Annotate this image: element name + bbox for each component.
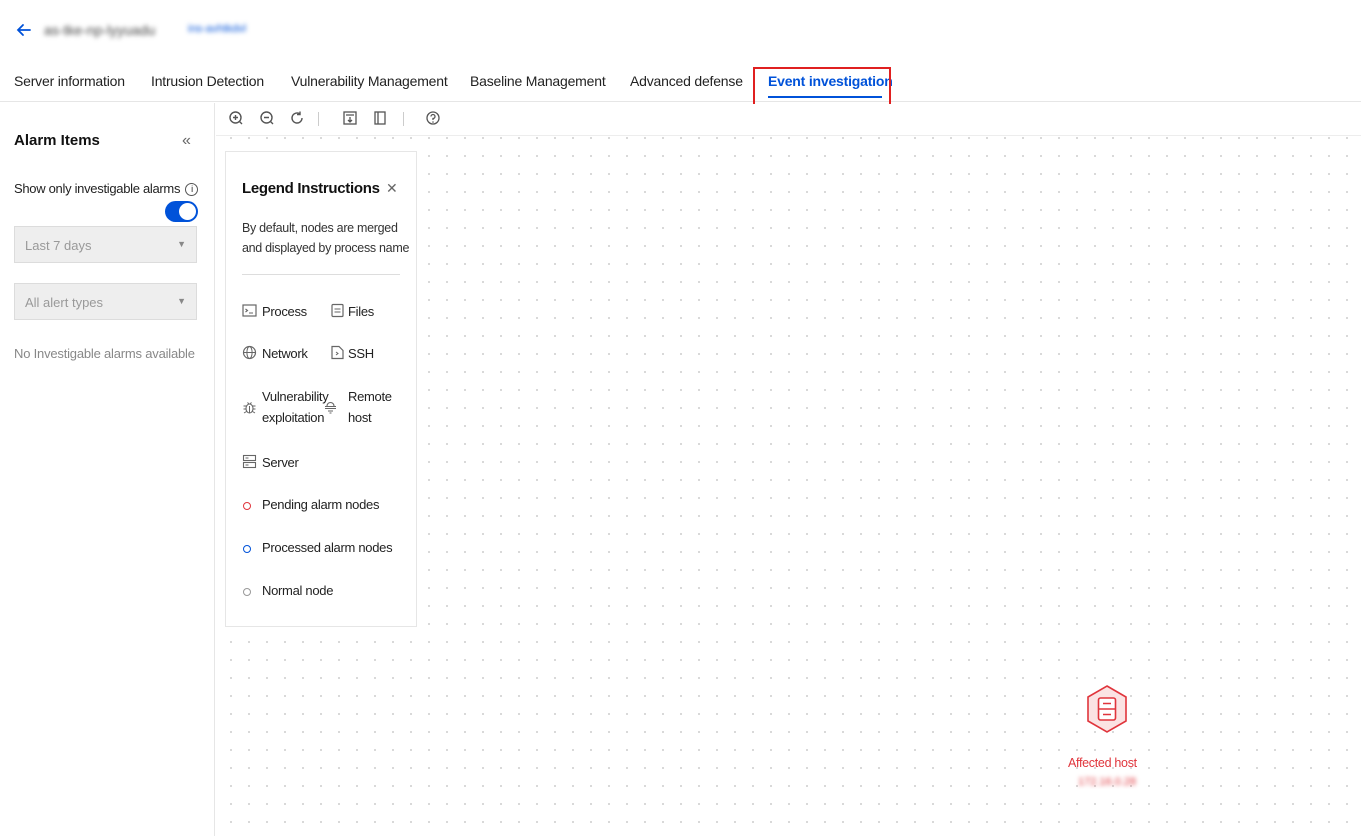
toggle-label-text: Show only investigable alarms xyxy=(14,181,181,196)
empty-state-text: No Investigable alarms available xyxy=(14,346,195,361)
legend-remote-line2: host xyxy=(348,410,372,425)
legend-network: Network xyxy=(262,346,308,361)
ssh-icon xyxy=(331,345,344,360)
toggle-label: Show only investigable alarms i xyxy=(14,181,199,197)
legend-divider xyxy=(242,274,400,275)
processed-dot-icon xyxy=(243,545,251,553)
legend-ssh: SSH xyxy=(348,346,374,361)
node-ip: 172.16.0.28 xyxy=(1078,776,1137,788)
caret-down-icon: ▼ xyxy=(177,239,186,249)
zoom-in-icon[interactable] xyxy=(228,110,244,126)
document-icon[interactable] xyxy=(372,110,388,126)
caret-down-icon: ▼ xyxy=(177,296,186,306)
host-name: as-tke-np-lyyuadu xyxy=(44,22,156,38)
time-range-value: Last 7 days xyxy=(25,238,92,253)
host-id-link[interactable]: ins-avhtkdvl xyxy=(188,23,246,35)
header: as-tke-np-lyyuadu ins-avhtkdvl xyxy=(0,0,1361,60)
back-arrow-icon[interactable] xyxy=(14,20,34,40)
pending-dot-icon xyxy=(243,502,251,510)
tab-intrusion-detection[interactable]: Intrusion Detection xyxy=(151,73,264,89)
graph-toolbar xyxy=(216,104,1361,136)
help-icon[interactable] xyxy=(425,110,441,126)
server-icon xyxy=(1097,697,1117,721)
download-icon[interactable] xyxy=(342,110,358,126)
affected-host-node[interactable] xyxy=(1085,684,1129,734)
legend-vulnerability-line2: exploitation xyxy=(262,410,325,425)
process-icon xyxy=(242,304,257,317)
legend-pending: Pending alarm nodes xyxy=(262,497,380,512)
zoom-out-icon[interactable] xyxy=(259,110,275,126)
close-icon[interactable]: ✕ xyxy=(386,180,398,197)
normal-dot-icon xyxy=(243,588,251,596)
tab-advanced-defense[interactable]: Advanced defense xyxy=(630,73,743,89)
legend-files: Files xyxy=(348,304,374,319)
node-label: Affected host xyxy=(1068,756,1137,770)
bug-icon xyxy=(243,402,256,414)
legend-processed: Processed alarm nodes xyxy=(262,540,393,555)
legend-process: Process xyxy=(262,304,307,319)
tab-vulnerability-management[interactable]: Vulnerability Management xyxy=(291,73,448,89)
investigable-toggle[interactable] xyxy=(165,201,198,222)
info-icon[interactable]: i xyxy=(185,183,199,197)
tab-baseline-management[interactable]: Baseline Management xyxy=(470,73,606,89)
network-icon xyxy=(242,345,257,360)
remote-host-icon xyxy=(325,401,336,414)
toggle-knob xyxy=(179,203,196,220)
time-range-select[interactable]: Last 7 days ▼ xyxy=(14,226,197,263)
legend-title: Legend Instructions xyxy=(242,180,380,197)
server-icon xyxy=(242,454,257,469)
alert-type-value: All alert types xyxy=(25,295,104,310)
file-icon xyxy=(331,303,344,318)
reset-icon[interactable] xyxy=(289,110,305,126)
legend-description: By default, nodes are merged and display… xyxy=(242,221,410,255)
toolbar-divider xyxy=(318,112,319,126)
legend-server: Server xyxy=(262,455,299,470)
sidebar-title: Alarm Items xyxy=(14,132,100,149)
alarm-sidebar: Alarm Items « Show only investigable ala… xyxy=(0,103,215,836)
legend-panel: Legend Instructions ✕ By default, nodes … xyxy=(225,151,417,627)
legend-normal: Normal node xyxy=(262,583,334,598)
legend-vulnerability-line1: Vulnerability xyxy=(262,389,329,404)
tab-server-information[interactable]: Server information xyxy=(14,73,125,89)
collapse-icon[interactable]: « xyxy=(182,132,191,150)
tab-bar: Server information Intrusion Detection V… xyxy=(0,68,1361,102)
toolbar-divider xyxy=(403,112,404,126)
alert-type-select[interactable]: All alert types ▼ xyxy=(14,283,197,320)
legend-remote-line1: Remote xyxy=(348,389,392,404)
